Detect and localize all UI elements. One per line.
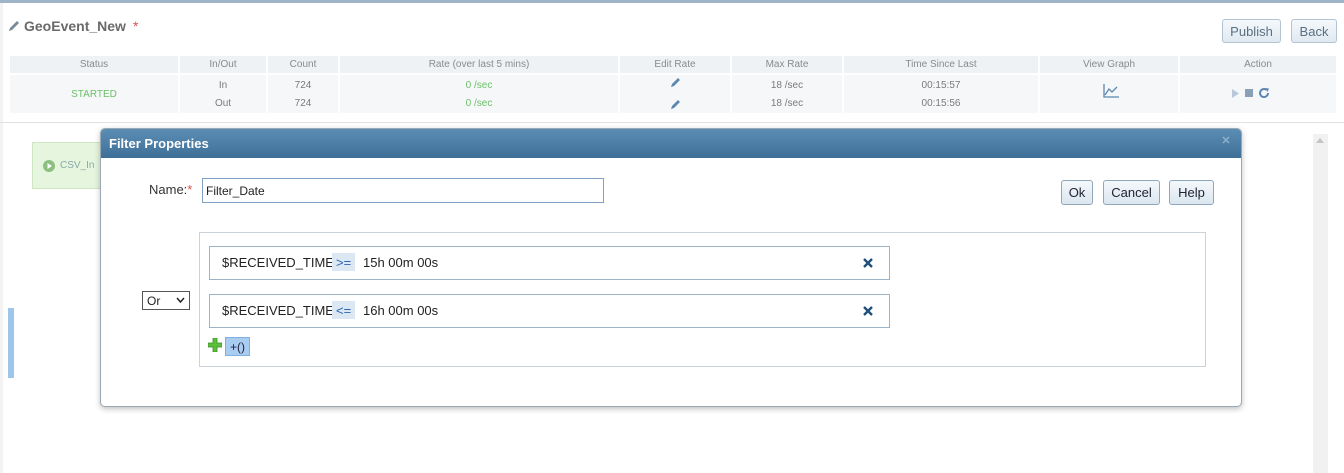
- remove-condition-icon[interactable]: [861, 256, 875, 270]
- condition-operator[interactable]: <=: [332, 301, 356, 319]
- back-button[interactable]: Back: [1291, 19, 1337, 43]
- chevron-down-icon: [176, 297, 185, 303]
- header-rate: Rate (over last 5 mins): [340, 56, 620, 73]
- publish-button[interactable]: Publish: [1222, 19, 1281, 43]
- side-panel-toggle[interactable]: [8, 308, 14, 378]
- stop-icon[interactable]: [1245, 89, 1253, 97]
- service-stats-table: Status In/Out Count Rate (over last 5 mi…: [10, 56, 1336, 114]
- condition-row[interactable]: $RECEIVED_TIME >= 15h 00m 00s: [209, 246, 890, 280]
- io-in-label: In: [218, 80, 228, 91]
- io-out-label: Out: [214, 98, 232, 109]
- header-max-rate: Max Rate: [732, 56, 844, 73]
- header-action: Action: [1180, 56, 1336, 73]
- rate-out: 0 /sec: [465, 98, 493, 109]
- max-rate-in: 18 /sec: [770, 80, 804, 91]
- close-icon[interactable]: [1221, 135, 1231, 145]
- remove-condition-icon[interactable]: [861, 304, 875, 318]
- scroll-up-arrow[interactable]: [1316, 138, 1324, 143]
- filter-name-input[interactable]: [202, 178, 604, 203]
- header-in-out: In/Out: [180, 56, 268, 73]
- edit-pencil-icon[interactable]: [7, 19, 21, 33]
- node-label: CSV_In: [60, 160, 95, 171]
- time-since-last-in: 00:15:57: [921, 80, 961, 91]
- edit-rate-cell: [620, 75, 732, 113]
- io-cell: In Out: [180, 75, 268, 113]
- rate-cell: 0 /sec 0 /sec: [340, 75, 620, 113]
- ok-button[interactable]: Ok: [1061, 180, 1093, 205]
- modified-indicator: *: [132, 18, 139, 34]
- time-since-last-out: 00:15:56: [921, 98, 961, 109]
- action-cell: [1180, 75, 1336, 113]
- rate-in: 0 /sec: [465, 80, 493, 91]
- edit-rate-out-icon[interactable]: [670, 98, 682, 110]
- cancel-button[interactable]: Cancel: [1103, 180, 1160, 205]
- header-status: Status: [10, 56, 180, 73]
- add-condition-plus-icon[interactable]: [208, 338, 222, 352]
- help-button[interactable]: Help: [1169, 180, 1214, 205]
- header-count: Count: [268, 56, 340, 73]
- max-rate-cell: 18 /sec 18 /sec: [732, 75, 844, 113]
- logic-operator-select[interactable]: Or: [142, 291, 190, 310]
- line-graph-icon[interactable]: [1102, 83, 1120, 99]
- filter-properties-dialog: Filter Properties Name:* Ok Cancel Help …: [100, 128, 1242, 407]
- logic-operator-value: Or: [147, 293, 161, 308]
- condition-row[interactable]: $RECEIVED_TIME <= 16h 00m 00s: [209, 294, 890, 328]
- name-label: Name:*: [149, 182, 192, 197]
- count-cell: 724 724: [268, 75, 340, 113]
- condition-field: $RECEIVED_TIME: [222, 303, 334, 318]
- name-label-text: Name:: [149, 182, 188, 197]
- service-name: GeoEvent_New: [24, 18, 126, 34]
- service-title[interactable]: GeoEvent_New *: [7, 16, 138, 36]
- time-since-last-cell: 00:15:57 00:15:56: [844, 75, 1040, 113]
- play-circle-icon: [43, 159, 55, 172]
- play-icon[interactable]: [1231, 89, 1240, 98]
- required-mark: *: [187, 182, 193, 197]
- status-cell: STARTED: [10, 75, 180, 113]
- dialog-header[interactable]: Filter Properties: [101, 129, 1241, 158]
- condition-value[interactable]: 16h 00m 00s: [363, 303, 438, 318]
- refresh-icon[interactable]: [1258, 87, 1270, 99]
- condition-field: $RECEIVED_TIME: [222, 255, 334, 270]
- add-group-button[interactable]: +(): [225, 337, 250, 356]
- header-view-graph: View Graph: [1040, 56, 1180, 73]
- condition-operator[interactable]: >=: [332, 253, 356, 271]
- divider: [0, 122, 1344, 123]
- canvas-scrollbar[interactable]: [1313, 134, 1328, 473]
- conditions-container: $RECEIVED_TIME >= 15h 00m 00s $RECEIVED_…: [199, 232, 1206, 367]
- header-time-since-last: Time Since Last: [844, 56, 1040, 73]
- max-rate-out: 18 /sec: [770, 98, 804, 109]
- dialog-title: Filter Properties: [109, 136, 209, 151]
- view-graph-cell: [1040, 75, 1180, 113]
- top-border: [0, 0, 1344, 3]
- count-out: 724: [294, 98, 312, 109]
- header-edit-rate: Edit Rate: [620, 56, 732, 73]
- left-border: [0, 3, 3, 473]
- condition-value[interactable]: 15h 00m 00s: [363, 255, 438, 270]
- status-text: STARTED: [71, 89, 117, 100]
- edit-rate-in-icon[interactable]: [670, 76, 682, 88]
- count-in: 724: [294, 80, 312, 91]
